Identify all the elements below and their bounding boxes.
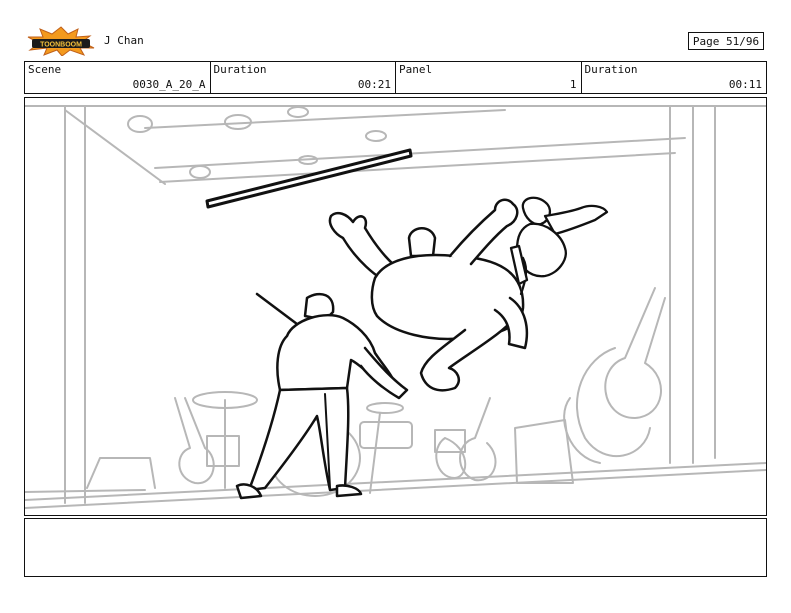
scene-value: 0030_A_20_A <box>132 78 206 91</box>
page-label: Page 51/96 <box>692 34 760 48</box>
scene-duration-cell: Duration 00:21 <box>211 62 396 93</box>
panel-label: Panel <box>399 63 433 76</box>
scene-duration-label: Duration <box>213 63 267 76</box>
show-title: J Chan <box>104 34 144 47</box>
caption-box <box>24 518 767 577</box>
meta-row: Scene 0030_A_20_A Duration 00:21 Panel 1… <box>24 61 767 94</box>
page-number: Page 51/96 <box>688 32 764 50</box>
panel-value: 1 <box>569 78 577 91</box>
storyboard-panel <box>24 97 767 516</box>
scene-duration-value: 00:21 <box>357 78 391 91</box>
panel-cell: Panel 1 <box>396 62 582 93</box>
panel-duration-cell: Duration 00:11 <box>582 62 767 93</box>
toonboom-logo: TOONBOOM <box>26 26 96 56</box>
scene-cell: Scene 0030_A_20_A <box>25 62 211 93</box>
scene-label: Scene <box>28 63 62 76</box>
svg-text:TOONBOOM: TOONBOOM <box>40 42 82 49</box>
panel-duration-label: Duration <box>584 63 638 76</box>
panel-duration-value: 00:11 <box>728 78 762 91</box>
storyboard-sketch <box>25 105 766 509</box>
